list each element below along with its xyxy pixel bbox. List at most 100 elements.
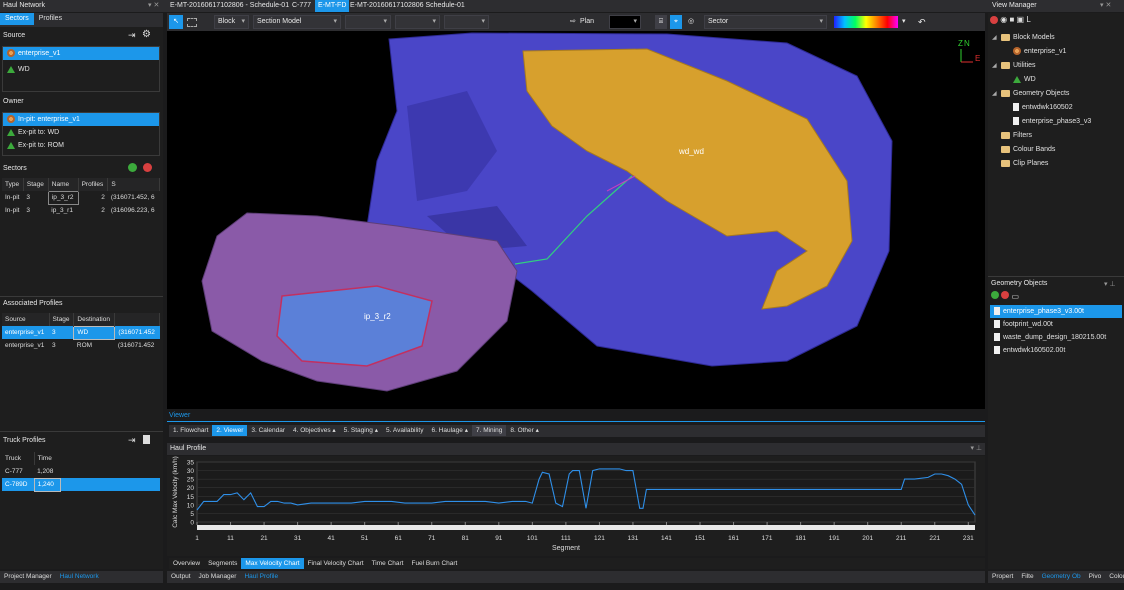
add-icon[interactable] [991,291,999,299]
document-tab-truck[interactable]: C-777 [292,0,311,12]
tree-item[interactable]: Colour Bands [992,143,1122,157]
tab-overview[interactable]: Overview [169,558,204,569]
tab-pivot[interactable]: Pivo [1085,571,1106,582]
colour-ramp-dropdown-icon[interactable]: ▾ [902,15,906,29]
table-row[interactable]: In-pit 3 ip_3_r1 2 (316096.223, 6 [2,204,160,217]
list-item[interactable]: entwdwk160502.00t [990,344,1122,357]
tab-sectors[interactable]: Sectors [0,13,34,25]
sector-dropdown[interactable]: Sector [704,15,827,29]
col-profiles[interactable]: Profiles [78,178,109,191]
list-item[interactable]: footprint_wd.00t [990,318,1122,331]
target-icon[interactable]: ◎ [685,15,697,29]
col-name[interactable]: Name [48,178,79,191]
col-stage[interactable]: Stage [49,313,75,326]
document-tab-schedule-2[interactable]: E-MT-20160617102806 Schedule-01 [350,0,465,12]
col-stage[interactable]: Stage [23,178,49,191]
tab-colour[interactable]: Colou [1105,571,1124,582]
tab-other[interactable]: 8. Other ▴ [506,425,543,436]
table-row[interactable]: enterprise_v1 3 WD (316071.452 [2,325,160,340]
tab-profiles[interactable]: Profiles [34,13,67,25]
plan-button[interactable]: Plan [580,15,594,29]
source-item[interactable]: WD [3,63,159,76]
table-row[interactable]: C-777 1,208 [2,465,160,478]
select-tool-icon[interactable]: ↖ [169,15,183,29]
tab-filters[interactable]: Filte [1017,571,1037,582]
add-icon[interactable] [128,163,137,172]
viewport-3d[interactable]: Z N E wd_wd ip_3_r2 [167,31,985,409]
col-truck[interactable]: Truck [2,452,35,465]
tab-time-chart[interactable]: Time Chart [368,558,408,569]
col-type[interactable]: Type [2,178,24,191]
document-tab-active[interactable]: E-MT-FD [315,0,350,12]
empty-dropdown-1[interactable] [345,15,391,29]
camera-icon[interactable]: ▣ [1017,15,1025,24]
tab-calendar[interactable]: 3. Calendar [247,425,289,436]
col-s[interactable]: S [107,178,160,191]
tree-item[interactable]: enterprise_v1 [992,45,1122,59]
export-icon[interactable]: ⇥ [128,435,136,446]
folder-open-icon[interactable]: ▭ [1011,292,1019,301]
tab-objectives[interactable]: 4. Objectives ▴ [289,425,340,436]
tab-max-velocity[interactable]: Max Velocity Chart [241,558,304,569]
empty-dropdown-2[interactable] [395,15,440,29]
expand-arrow-icon[interactable]: ◢ [992,31,1001,45]
col-destination[interactable]: Destination [73,313,116,326]
tab-final-velocity[interactable]: Final Velocity Chart [304,558,368,569]
location-icon[interactable]: ⌖ [670,15,682,29]
owner-item[interactable]: Ex-pit to: WD [3,126,159,139]
layout-icon[interactable]: ⌸ [655,15,667,29]
table-row[interactable]: enterprise_v1 3 ROM (316071.452 [2,339,160,352]
pin-icon[interactable]: ▾ ⊥ [1104,280,1116,288]
tree-item[interactable]: enterprise_phase3_v3 [992,115,1122,129]
list-item[interactable]: waste_dump_design_180215.00t [990,331,1122,344]
tab-geometry-objects[interactable]: Geometry Ob [1038,571,1085,582]
calculator-icon[interactable] [143,435,150,444]
tab-fuel-burn[interactable]: Fuel Burn Chart [407,558,461,569]
tree-item[interactable]: WD [992,73,1122,87]
pin-icon[interactable]: ▾ ✕ [148,0,159,12]
block-dropdown[interactable]: Block [214,15,249,29]
tree-item[interactable]: ◢ Geometry Objects [992,87,1122,101]
marquee-icon[interactable] [187,18,197,27]
table-row[interactable]: C-789D 1,240 [2,477,160,492]
tab-mining[interactable]: 7. Mining [471,425,507,436]
tab-flowchart[interactable]: 1. Flowchart [169,425,212,436]
colour-swatch[interactable] [609,15,641,29]
list-item[interactable]: enterprise_phase3_v3.00t [990,305,1122,318]
eye-icon[interactable]: ◉ [1000,15,1007,24]
source-item[interactable]: enterprise_v1 [3,47,159,60]
tab-segments[interactable]: Segments [204,558,241,569]
document-tab-schedule[interactable]: E-MT-20160617102806 - Schedule-01 [170,0,289,12]
tab-haul-network[interactable]: Haul Network [56,571,103,582]
remove-icon[interactable] [143,163,152,172]
remove-icon[interactable] [1001,291,1010,299]
remove-icon[interactable] [990,15,998,24]
tree-item[interactable]: entwdwk160502 [992,101,1122,115]
tab-output[interactable]: Output [167,571,195,582]
tab-staging[interactable]: 5. Staging ▴ [340,425,382,436]
tab-haul-profile[interactable]: Haul Profile [240,571,282,582]
col-extra[interactable] [114,313,160,326]
tree-item[interactable]: ◢ Utilities [992,59,1122,73]
owner-item[interactable]: Ex-pit to: ROM [3,139,159,152]
plan-arrow-icon[interactable]: ⇨ [570,15,576,29]
view-manager-controls[interactable]: ▾ ✕ [1100,0,1111,12]
undo-icon[interactable]: ↶ [918,15,926,29]
col-source[interactable]: Source [2,313,50,326]
expand-arrow-icon[interactable]: ◢ [992,87,1001,101]
table-row[interactable]: In-pit 3 ip_3_r2 2 (316071.452, 6 [2,190,160,205]
export-icon[interactable]: ⇥ [128,30,136,41]
expand-arrow-icon[interactable]: ◢ [992,59,1001,73]
pin-icon[interactable]: ▾ ⊥ [970,443,982,455]
colour-ramp[interactable] [834,16,898,28]
square-icon[interactable]: ■ [1009,15,1014,24]
tab-availability[interactable]: 5. Availability [382,425,427,436]
empty-dropdown-3[interactable] [444,15,489,29]
section-model-dropdown[interactable]: Section Model [253,15,341,29]
tab-haulage[interactable]: 6. Haulage ▴ [427,425,472,436]
tab-properties[interactable]: Propert [988,571,1017,582]
tab-viewer[interactable]: 2. Viewer [212,425,248,436]
tree-item[interactable]: Filters [992,129,1122,143]
col-time[interactable]: Time [34,452,60,465]
owner-item[interactable]: In-pit: enterprise_v1 [3,113,159,126]
